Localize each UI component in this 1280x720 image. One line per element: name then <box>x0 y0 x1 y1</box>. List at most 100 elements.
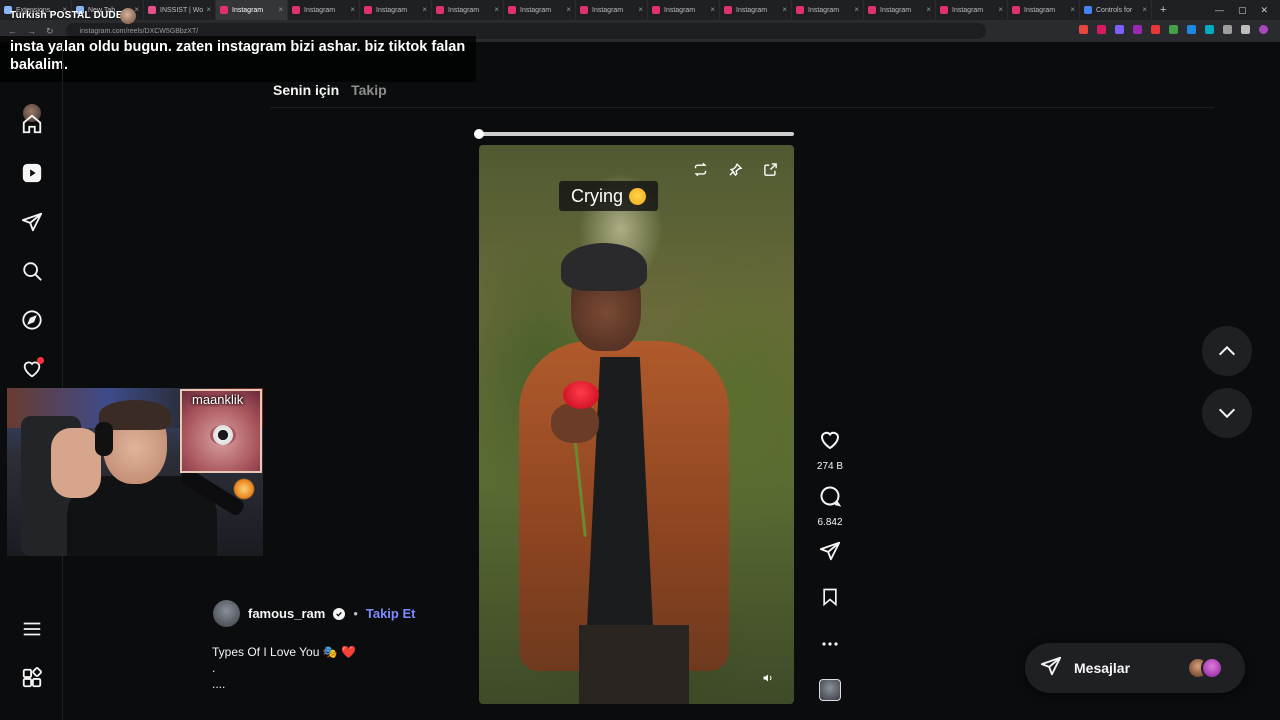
extension-icon[interactable] <box>1133 25 1142 34</box>
reels-icon[interactable] <box>20 161 44 185</box>
tab-favicon-icon <box>1012 6 1020 14</box>
stream-channel-avatar <box>120 8 136 24</box>
tab-close-icon[interactable]: × <box>710 5 715 14</box>
tab-close-icon[interactable]: × <box>854 5 859 14</box>
browser-tab[interactable]: Instagram × <box>864 0 936 20</box>
tab-favicon-icon <box>580 6 588 14</box>
new-tab-icon[interactable]: + <box>1152 4 1166 16</box>
window-controls: — ▢ ✕ <box>1215 0 1280 20</box>
home-icon[interactable] <box>20 112 44 136</box>
like-heart-icon[interactable] <box>818 428 842 457</box>
message-avatars <box>1187 657 1223 679</box>
tab-close-icon[interactable]: × <box>206 5 211 14</box>
tab-close-icon[interactable]: × <box>926 5 931 14</box>
tab-close-icon[interactable]: × <box>566 5 571 14</box>
post-description: Types Of I Love You 🎭 ❤️ . .... <box>212 644 356 692</box>
post-author-row: famous_ram • Takip Et <box>213 600 415 627</box>
pip-label: maanklik <box>192 392 244 407</box>
tab-close-icon[interactable]: × <box>350 5 355 14</box>
tab-for-you[interactable]: Senin için <box>273 82 339 98</box>
notifications-heart-icon[interactable] <box>20 357 44 381</box>
browser-tab[interactable]: Instagram × <box>288 0 360 20</box>
browser-tab[interactable]: Instagram × <box>936 0 1008 20</box>
apps-grid-icon[interactable] <box>20 666 44 690</box>
extension-icon[interactable] <box>1223 25 1232 34</box>
tab-label: INSSIST | Wo <box>160 6 204 14</box>
video-rose <box>563 381 599 409</box>
browser-tab[interactable]: INSSIST | Wo × <box>144 0 216 20</box>
browser-tab[interactable]: Instagram × <box>216 0 288 20</box>
direct-message-icon[interactable] <box>20 210 44 234</box>
tab-label: Instagram <box>232 6 264 14</box>
extension-icon[interactable] <box>1187 25 1196 34</box>
pin-icon[interactable] <box>725 159 745 179</box>
tab-close-icon[interactable]: × <box>638 5 643 14</box>
download-icon[interactable] <box>1241 25 1250 34</box>
tab-close-icon[interactable]: × <box>782 5 787 14</box>
forward-icon[interactable]: → <box>27 26 36 37</box>
open-external-icon[interactable] <box>760 159 780 179</box>
tab-following[interactable]: Takip <box>351 82 387 98</box>
more-menu-icon[interactable] <box>20 617 44 641</box>
volume-icon[interactable] <box>760 670 776 686</box>
search-icon[interactable] <box>20 259 44 283</box>
tab-close-icon[interactable]: × <box>1070 5 1075 14</box>
tab-close-icon[interactable]: × <box>494 5 499 14</box>
next-reel-button[interactable] <box>1202 388 1252 438</box>
maximize-icon[interactable]: ▢ <box>1238 5 1247 16</box>
tab-label: Instagram <box>880 6 912 14</box>
description-line: .... <box>212 677 226 691</box>
extension-icon[interactable] <box>1151 25 1160 34</box>
browser-tab[interactable]: Instagram × <box>648 0 720 20</box>
browser-tab[interactable]: Instagram × <box>1008 0 1080 20</box>
video-progress-knob[interactable] <box>474 129 484 139</box>
tab-close-icon[interactable]: × <box>1142 5 1147 14</box>
extension-icon[interactable] <box>1115 25 1124 34</box>
profile-icon[interactable] <box>1259 25 1268 34</box>
reload-icon[interactable]: ↻ <box>46 26 54 37</box>
messages-button[interactable]: Mesajlar <box>1025 643 1245 693</box>
more-options-icon[interactable] <box>821 634 839 652</box>
extension-icon[interactable] <box>1205 25 1214 34</box>
browser-tab[interactable]: Instagram × <box>360 0 432 20</box>
messages-icon <box>1040 655 1062 682</box>
tab-close-icon[interactable]: × <box>998 5 1003 14</box>
tab-label: Instagram <box>664 6 696 14</box>
close-window-icon[interactable]: ✕ <box>1260 5 1268 16</box>
browser-tab[interactable]: Instagram × <box>504 0 576 20</box>
remix-icon[interactable] <box>690 159 710 179</box>
browser-tab[interactable]: Controls for × <box>1080 0 1152 20</box>
bookmark-icon[interactable] <box>820 586 840 613</box>
tab-close-icon[interactable]: × <box>422 5 427 14</box>
tabs-divider <box>270 107 1214 108</box>
separator-dot: • <box>353 606 358 621</box>
browser-tab[interactable]: Instagram × <box>576 0 648 20</box>
author-username[interactable]: famous_ram <box>248 606 325 621</box>
author-avatar[interactable] <box>213 600 240 627</box>
tab-favicon-icon <box>148 6 156 14</box>
tab-close-icon[interactable]: × <box>278 5 283 14</box>
extension-icon[interactable] <box>1097 25 1106 34</box>
left-sidebar <box>0 42 63 720</box>
tab-favicon-icon <box>724 6 732 14</box>
browser-tab[interactable]: Instagram × <box>720 0 792 20</box>
extension-icon[interactable] <box>1079 25 1088 34</box>
browser-tab[interactable]: Instagram × <box>432 0 504 20</box>
back-icon[interactable]: ← <box>8 26 17 37</box>
browser-tab[interactable]: Instagram × <box>792 0 864 20</box>
follow-button[interactable]: Takip Et <box>366 606 416 621</box>
comment-bubble-icon[interactable] <box>818 484 842 513</box>
minimize-icon[interactable]: — <box>1215 5 1224 15</box>
share-icon[interactable] <box>819 540 841 567</box>
reel-video[interactable]: Crying <box>479 145 794 704</box>
extension-icon[interactable] <box>1169 25 1178 34</box>
tab-label: Instagram <box>1024 6 1056 14</box>
original-audio-thumbnail[interactable] <box>819 679 841 701</box>
explore-icon[interactable] <box>20 308 44 332</box>
previous-reel-button[interactable] <box>1202 326 1252 376</box>
lamp-icon <box>233 478 255 500</box>
video-progress-bar[interactable] <box>474 129 794 139</box>
feed-tabs: Senin için Takip <box>273 82 387 98</box>
stream-chat-message: insta yalan oldu bugun. zaten instagram … <box>0 36 476 82</box>
crying-face-icon <box>629 187 647 205</box>
